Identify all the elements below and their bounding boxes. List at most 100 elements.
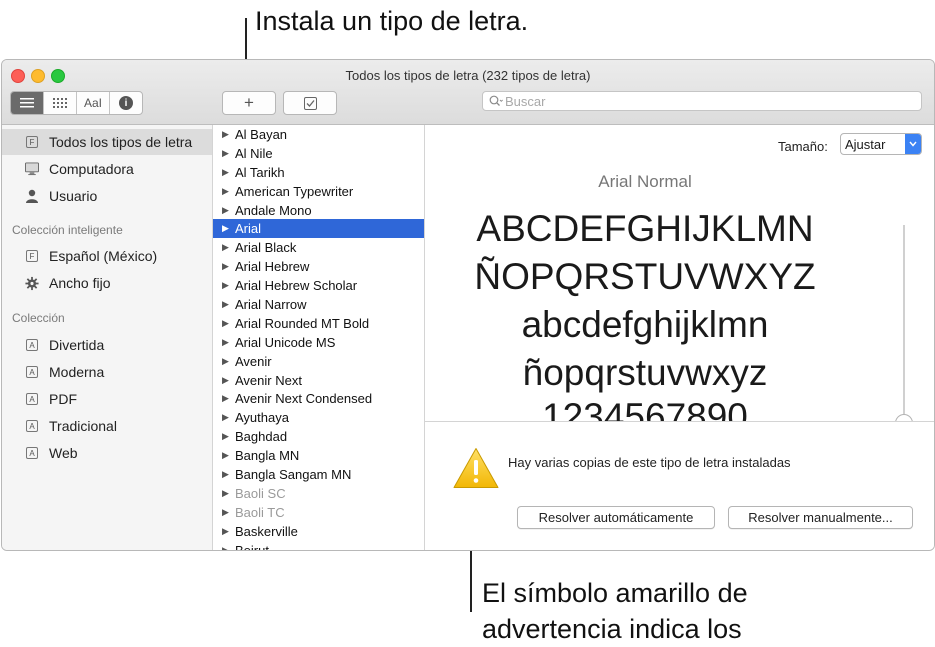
resolve-manually-button[interactable]: Resolver manualmente...	[728, 506, 913, 529]
font-family-row[interactable]: ▶ Arial Hebrew Scholar	[213, 276, 424, 295]
disclosure-triangle-icon[interactable]: ▶	[222, 223, 229, 234]
disclosure-triangle-icon[interactable]: ▶	[222, 450, 229, 461]
sidebar-item-all-fonts[interactable]: F Todos los tipos de letra	[2, 129, 212, 155]
sidebar-item-web[interactable]: A Web	[2, 440, 212, 466]
info-view-button[interactable]: i	[110, 92, 142, 114]
font-family-row[interactable]: ▶ Avenir Next Condensed	[213, 389, 424, 408]
font-family-row[interactable]: ▶ Baghdad	[213, 427, 424, 446]
font-family-name: Baskerville	[235, 523, 298, 539]
font-book-window: Todos los tipos de letra (232 tipos de l…	[1, 59, 935, 551]
sidebar-item-fixed-width[interactable]: Ancho fijo	[2, 270, 212, 296]
sidebar-item-tradicional[interactable]: A Tradicional	[2, 413, 212, 439]
disclosure-triangle-icon[interactable]: ▶	[222, 205, 229, 216]
sample-text-icon: AaI	[83, 96, 102, 110]
plus-icon: +	[244, 93, 254, 112]
collection-icon: A	[25, 419, 39, 433]
font-family-row[interactable]: ▶ Andale Mono	[213, 201, 424, 220]
size-slider-knob[interactable]	[895, 414, 913, 421]
disclosure-triangle-icon[interactable]: ▶	[222, 431, 229, 442]
font-family-row[interactable]: ▶ Al Nile	[213, 144, 424, 163]
smart-collection-heading: Colección inteligente	[12, 223, 123, 237]
search-field[interactable]	[482, 91, 922, 111]
sidebar-item-computer[interactable]: Computadora	[2, 156, 212, 182]
disclosure-triangle-icon[interactable]: ▶	[222, 488, 229, 499]
grid-icon	[53, 98, 67, 108]
size-popup[interactable]: Ajustar	[840, 133, 922, 155]
disclosure-triangle-icon[interactable]: ▶	[222, 186, 229, 197]
sidebar-item-moderna[interactable]: A Moderna	[2, 359, 212, 385]
disclosure-triangle-icon[interactable]: ▶	[222, 337, 229, 348]
font-family-row[interactable]: ▶ Bangla MN	[213, 446, 424, 465]
font-family-row[interactable]: ▶ Baoli TC	[213, 503, 424, 522]
issue-message: Hay varias copias de este tipo de letra …	[508, 455, 791, 470]
checkbox-icon	[303, 96, 317, 110]
sidebar-item-espanol-mexico[interactable]: F Español (México)	[2, 243, 212, 269]
size-slider-track[interactable]	[903, 225, 905, 421]
warning-icon	[453, 448, 499, 488]
font-name-heading: Arial Normal	[598, 172, 692, 191]
font-family-row[interactable]: ▶ Bangla Sangam MN	[213, 465, 424, 484]
window-title: Todos los tipos de letra (232 tipos de l…	[345, 68, 591, 83]
add-font-button[interactable]: +	[222, 91, 276, 115]
font-family-row[interactable]: ▶ Arial Unicode MS	[213, 333, 424, 352]
disclosure-triangle-icon[interactable]: ▶	[222, 261, 229, 272]
user-icon	[25, 189, 39, 203]
disclosure-triangle-icon[interactable]: ▶	[222, 507, 229, 518]
disclosure-triangle-icon[interactable]: ▶	[222, 299, 229, 310]
font-family-row[interactable]: ▶ Arial Black	[213, 238, 424, 257]
disclosure-triangle-icon[interactable]: ▶	[222, 375, 229, 386]
disclosure-triangle-icon[interactable]: ▶	[222, 148, 229, 159]
font-family-row[interactable]: ▶ Arial Rounded MT Bold	[213, 314, 424, 333]
sidebar-view-button[interactable]	[11, 92, 44, 114]
font-family-row[interactable]: ▶ Al Tarikh	[213, 163, 424, 182]
font-family-name: Baoli TC	[235, 504, 285, 520]
disclosure-triangle-icon[interactable]: ▶	[222, 242, 229, 253]
font-family-name: American Typewriter	[235, 183, 354, 199]
font-family-name: Baghdad	[235, 429, 288, 445]
disclosure-triangle-icon[interactable]: ▶	[222, 167, 229, 178]
view-segmented-control: AaI i	[10, 91, 143, 115]
disclosure-triangle-icon[interactable]: ▶	[222, 356, 229, 367]
gear-icon	[25, 276, 39, 290]
validate-font-button[interactable]	[283, 91, 337, 115]
disclosure-triangle-icon[interactable]: ▶	[222, 393, 229, 404]
disclosure-triangle-icon[interactable]: ▶	[222, 280, 229, 291]
font-family-name: Arial Hebrew	[235, 259, 310, 275]
font-family-row[interactable]: ▶ Beirut	[213, 541, 424, 550]
search-input[interactable]	[503, 93, 905, 109]
font-family-name: Avenir	[235, 353, 272, 369]
font-collection-icon: F	[25, 135, 39, 149]
font-family-row[interactable]: ▶ Baoli SC	[213, 484, 424, 503]
sidebar-item-label: Tradicional	[49, 418, 117, 434]
font-family-row[interactable]: ▶ Al Bayan	[213, 125, 424, 144]
disclosure-triangle-icon[interactable]: ▶	[222, 412, 229, 423]
callout-install-font: Instala un tipo de letra.	[255, 6, 529, 36]
resolve-automatically-button[interactable]: Resolver automáticamente	[517, 506, 715, 529]
font-family-row[interactable]: ▶ Baskerville	[213, 522, 424, 541]
disclosure-triangle-icon[interactable]: ▶	[222, 469, 229, 480]
font-family-row[interactable]: ▶ American Typewriter	[213, 182, 424, 201]
disclosure-triangle-icon[interactable]: ▶	[222, 318, 229, 329]
font-family-name: Al Tarikh	[235, 164, 285, 180]
font-family-row[interactable]: ▶ Ayuthaya	[213, 408, 424, 427]
disclosure-triangle-icon[interactable]: ▶	[222, 545, 229, 550]
disclosure-triangle-icon[interactable]: ▶	[222, 526, 229, 537]
grid-view-button[interactable]	[44, 92, 77, 114]
font-family-name: Baoli SC	[235, 485, 286, 501]
disclosure-triangle-icon[interactable]: ▶	[222, 129, 229, 140]
font-family-name: Andale Mono	[235, 202, 312, 218]
font-issue-pane: Hay varias copias de este tipo de letra …	[425, 422, 934, 550]
sidebar-item-pdf[interactable]: A PDF	[2, 386, 212, 412]
sidebar-item-user[interactable]: Usuario	[2, 183, 212, 209]
sample-line: 1234567890	[542, 396, 748, 422]
font-family-row[interactable]: ▶ Avenir Next	[213, 371, 424, 390]
font-family-row[interactable]: ▶ Arial Hebrew	[213, 257, 424, 276]
font-family-row[interactable]: ▶ Avenir	[213, 352, 424, 371]
sidebar-item-divertida[interactable]: A Divertida	[2, 332, 212, 358]
font-list[interactable]: ▶ Al Bayan ▶ Al Nile ▶ Al Tarikh ▶ American Typ…	[213, 125, 425, 550]
font-family-row[interactable]: ▶ Arial	[213, 219, 424, 239]
font-family-name: Beirut	[235, 543, 269, 550]
font-collection-icon: F	[25, 249, 39, 263]
font-family-row[interactable]: ▶ Arial Narrow	[213, 295, 424, 314]
sample-view-button[interactable]: AaI	[77, 92, 110, 114]
